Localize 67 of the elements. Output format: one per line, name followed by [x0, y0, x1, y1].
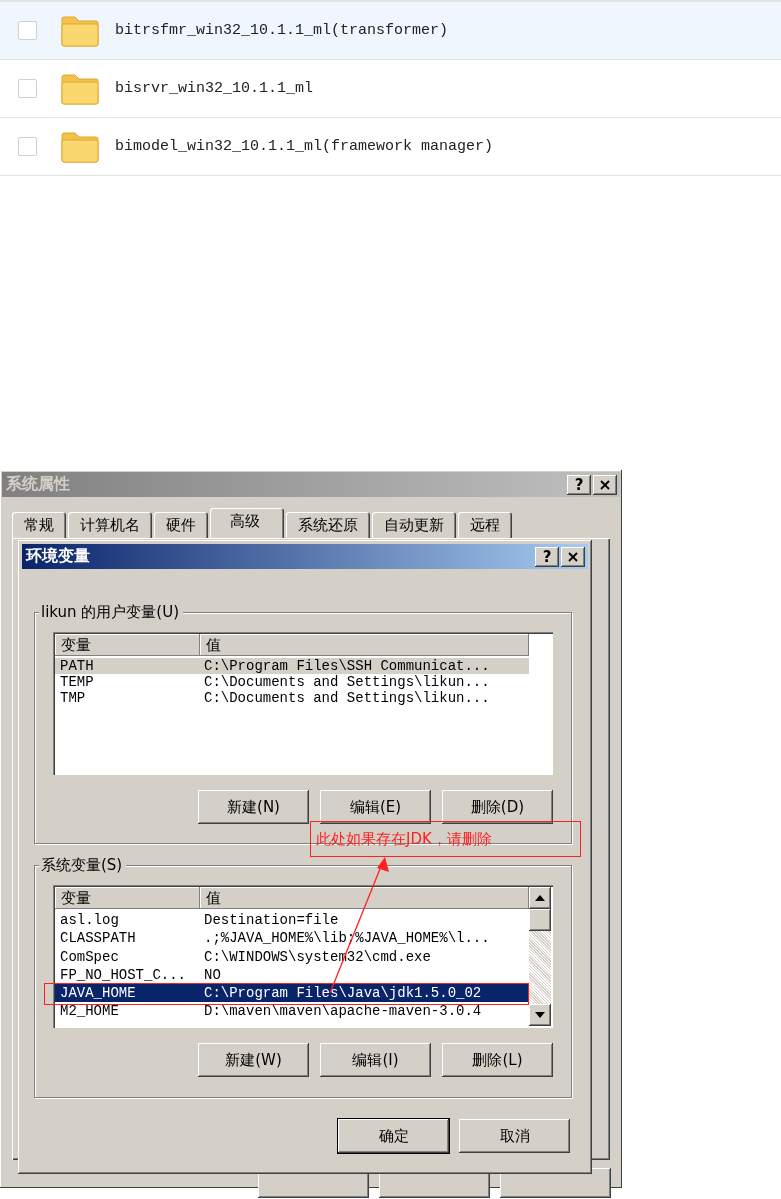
folder-icon [61, 130, 99, 163]
list-row[interactable]: TMP C:\Documents and Settings\likun... [55, 690, 529, 706]
variable-name: TEMP [59, 674, 95, 690]
variable-value: C:\Documents and Settings\likun... [204, 690, 490, 706]
variable-name: TMP [59, 690, 87, 706]
window-title: 环境变量 [26, 546, 90, 567]
dialog-button[interactable]: 确定 [338, 1119, 449, 1153]
list-row[interactable]: PATH C:\Program Files\SSH Communicat... [55, 658, 529, 674]
variable-value: C:\Documents and Settings\likun... [204, 674, 490, 690]
variable-value: NO [204, 965, 221, 985]
scrollbar[interactable] [529, 887, 551, 1026]
tab[interactable]: 硬件 [154, 512, 208, 538]
file-row[interactable]: bitrsfmr_win32_10.1.1_ml(transformer) [0, 2, 781, 60]
variable-name: FP_NO_HOST_C... [59, 965, 188, 985]
variable-name: CLASSPATH [59, 929, 137, 948]
scroll-down-button[interactable] [529, 1004, 551, 1026]
dialog-button[interactable]: 删除(L) [442, 1043, 553, 1077]
tab[interactable]: 高级 [210, 508, 284, 538]
variable-value: Destination=file [204, 911, 339, 930]
variable-name: JAVA_HOME [59, 984, 137, 1003]
variable-name: PATH [59, 658, 95, 674]
close-icon [600, 479, 610, 490]
file-name[interactable]: bimodel_win32_10.1.1_ml(framework manager) [115, 138, 494, 155]
up-arrow-icon [535, 895, 545, 901]
tab[interactable]: 远程 [458, 512, 512, 538]
variable-value: C:\Program Files\SSH Communicat... [204, 658, 490, 674]
dialog-button[interactable]: 新建(N) [198, 790, 309, 824]
scroll-thumb[interactable] [529, 909, 551, 931]
dialog-button[interactable]: 编辑(I) [320, 1043, 431, 1077]
help-button[interactable]: ? [535, 546, 559, 567]
folder-icon [61, 72, 99, 105]
column-header[interactable]: 值 [200, 634, 529, 656]
window-title: 系统属性 [6, 474, 70, 495]
folder-icon [61, 14, 99, 47]
tab[interactable]: 自动更新 [372, 512, 456, 538]
column-header[interactable]: 值 [200, 887, 529, 909]
list-row[interactable]: TEMP C:\Documents and Settings\likun... [55, 674, 529, 690]
list-row[interactable]: M2_HOME D:\maven\maven\apache-maven-3.0.4 [55, 1002, 529, 1021]
variable-name: M2_HOME [59, 1002, 120, 1021]
column-header[interactable]: 变量 [55, 887, 200, 909]
list-row[interactable]: asl.log Destination=file [55, 911, 529, 930]
dialog-button[interactable]: 新建(W) [198, 1043, 309, 1077]
tab[interactable]: 常规 [12, 512, 66, 538]
group-label: 系统变量(S) [39, 855, 127, 875]
dialog-button[interactable]: 编辑(E) [320, 790, 431, 824]
tab[interactable]: 系统还原 [286, 512, 370, 538]
column-header[interactable]: 变量 [55, 634, 200, 656]
dialog-button[interactable]: 删除(D) [442, 790, 553, 824]
variable-value: D:\maven\maven\apache-maven-3.0.4 [204, 1002, 482, 1021]
list-row[interactable]: FP_NO_HOST_C... NO [55, 965, 529, 985]
scroll-up-button[interactable] [529, 887, 551, 909]
file-name[interactable]: bisrvr_win32_10.1.1_ml [115, 80, 314, 97]
file-name[interactable]: bitrsfmr_win32_10.1.1_ml(transformer) [115, 22, 449, 39]
annotation-text: 此处如果存在JDK，请删除 [316, 829, 492, 849]
variable-name: asl.log [59, 911, 120, 930]
list-row[interactable]: JAVA_HOME C:\Program Files\Java\jdk1.5.0_02 [55, 984, 529, 1003]
close-button[interactable] [561, 546, 585, 567]
checkbox[interactable] [18, 79, 37, 98]
group-label: likun 的用户变量(U) [39, 602, 184, 622]
variable-name: ComSpec [59, 947, 120, 966]
tab[interactable]: 计算机名 [68, 512, 152, 538]
dialog-button[interactable]: 取消 [459, 1119, 570, 1153]
down-arrow-icon [535, 1012, 545, 1018]
checkbox[interactable] [18, 21, 37, 40]
checkbox[interactable] [18, 137, 37, 156]
variable-value: C:\Program Files\Java\jdk1.5.0_02 [204, 984, 482, 1003]
close-icon [568, 551, 578, 562]
